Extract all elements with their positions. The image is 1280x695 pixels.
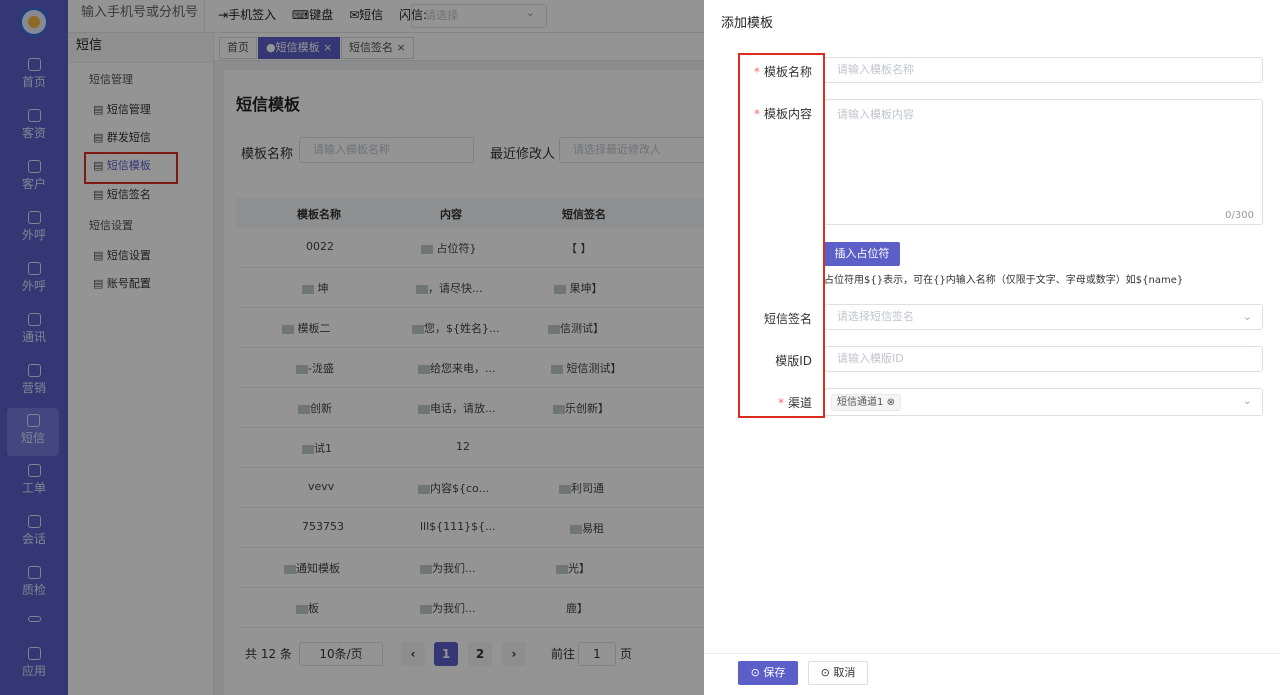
chevron-down-icon: ⌄ [1242, 394, 1252, 407]
chevron-down-icon: ⌄ [1242, 310, 1252, 323]
check-icon: ⊙ [750, 666, 764, 679]
char-counter: 0/300 [1225, 210, 1254, 221]
channel-select[interactable]: 短信通道1 ⊗ ⌄ [824, 388, 1263, 416]
template-name-input[interactable]: 请输入模板名称 [824, 57, 1263, 83]
channel-chip[interactable]: 短信通道1 ⊗ [831, 394, 901, 411]
drawer-footer: ⊙ 保存 ⊙ 取消 [704, 653, 1280, 695]
cancel-icon: ⊙ [820, 666, 834, 679]
save-button[interactable]: ⊙ 保存 [738, 661, 798, 685]
drawer-title: 添加模板 [721, 16, 774, 31]
add-template-drawer: 添加模板 * 模板名称 请输入模板名称 * 模板内容 请输入模板内容 0/300 插… [704, 0, 1280, 695]
cancel-button[interactable]: ⊙ 取消 [808, 661, 868, 685]
signature-select[interactable]: 请选择短信签名 ⌄ [824, 304, 1263, 330]
insert-placeholder-button[interactable]: 插入占位符 [824, 242, 900, 266]
close-icon[interactable]: ⊗ [887, 397, 895, 408]
modal-mask[interactable] [0, 0, 704, 695]
placeholder-hint: 占位符用${}表示，可在{}内输入名称（仅限于文字、字母或数字）如${name} [824, 275, 1184, 286]
template-content-textarea[interactable]: 请输入模板内容 0/300 [824, 99, 1263, 225]
highlight-box-labels [738, 53, 825, 418]
template-id-input[interactable]: 请输入模版ID [824, 346, 1263, 372]
